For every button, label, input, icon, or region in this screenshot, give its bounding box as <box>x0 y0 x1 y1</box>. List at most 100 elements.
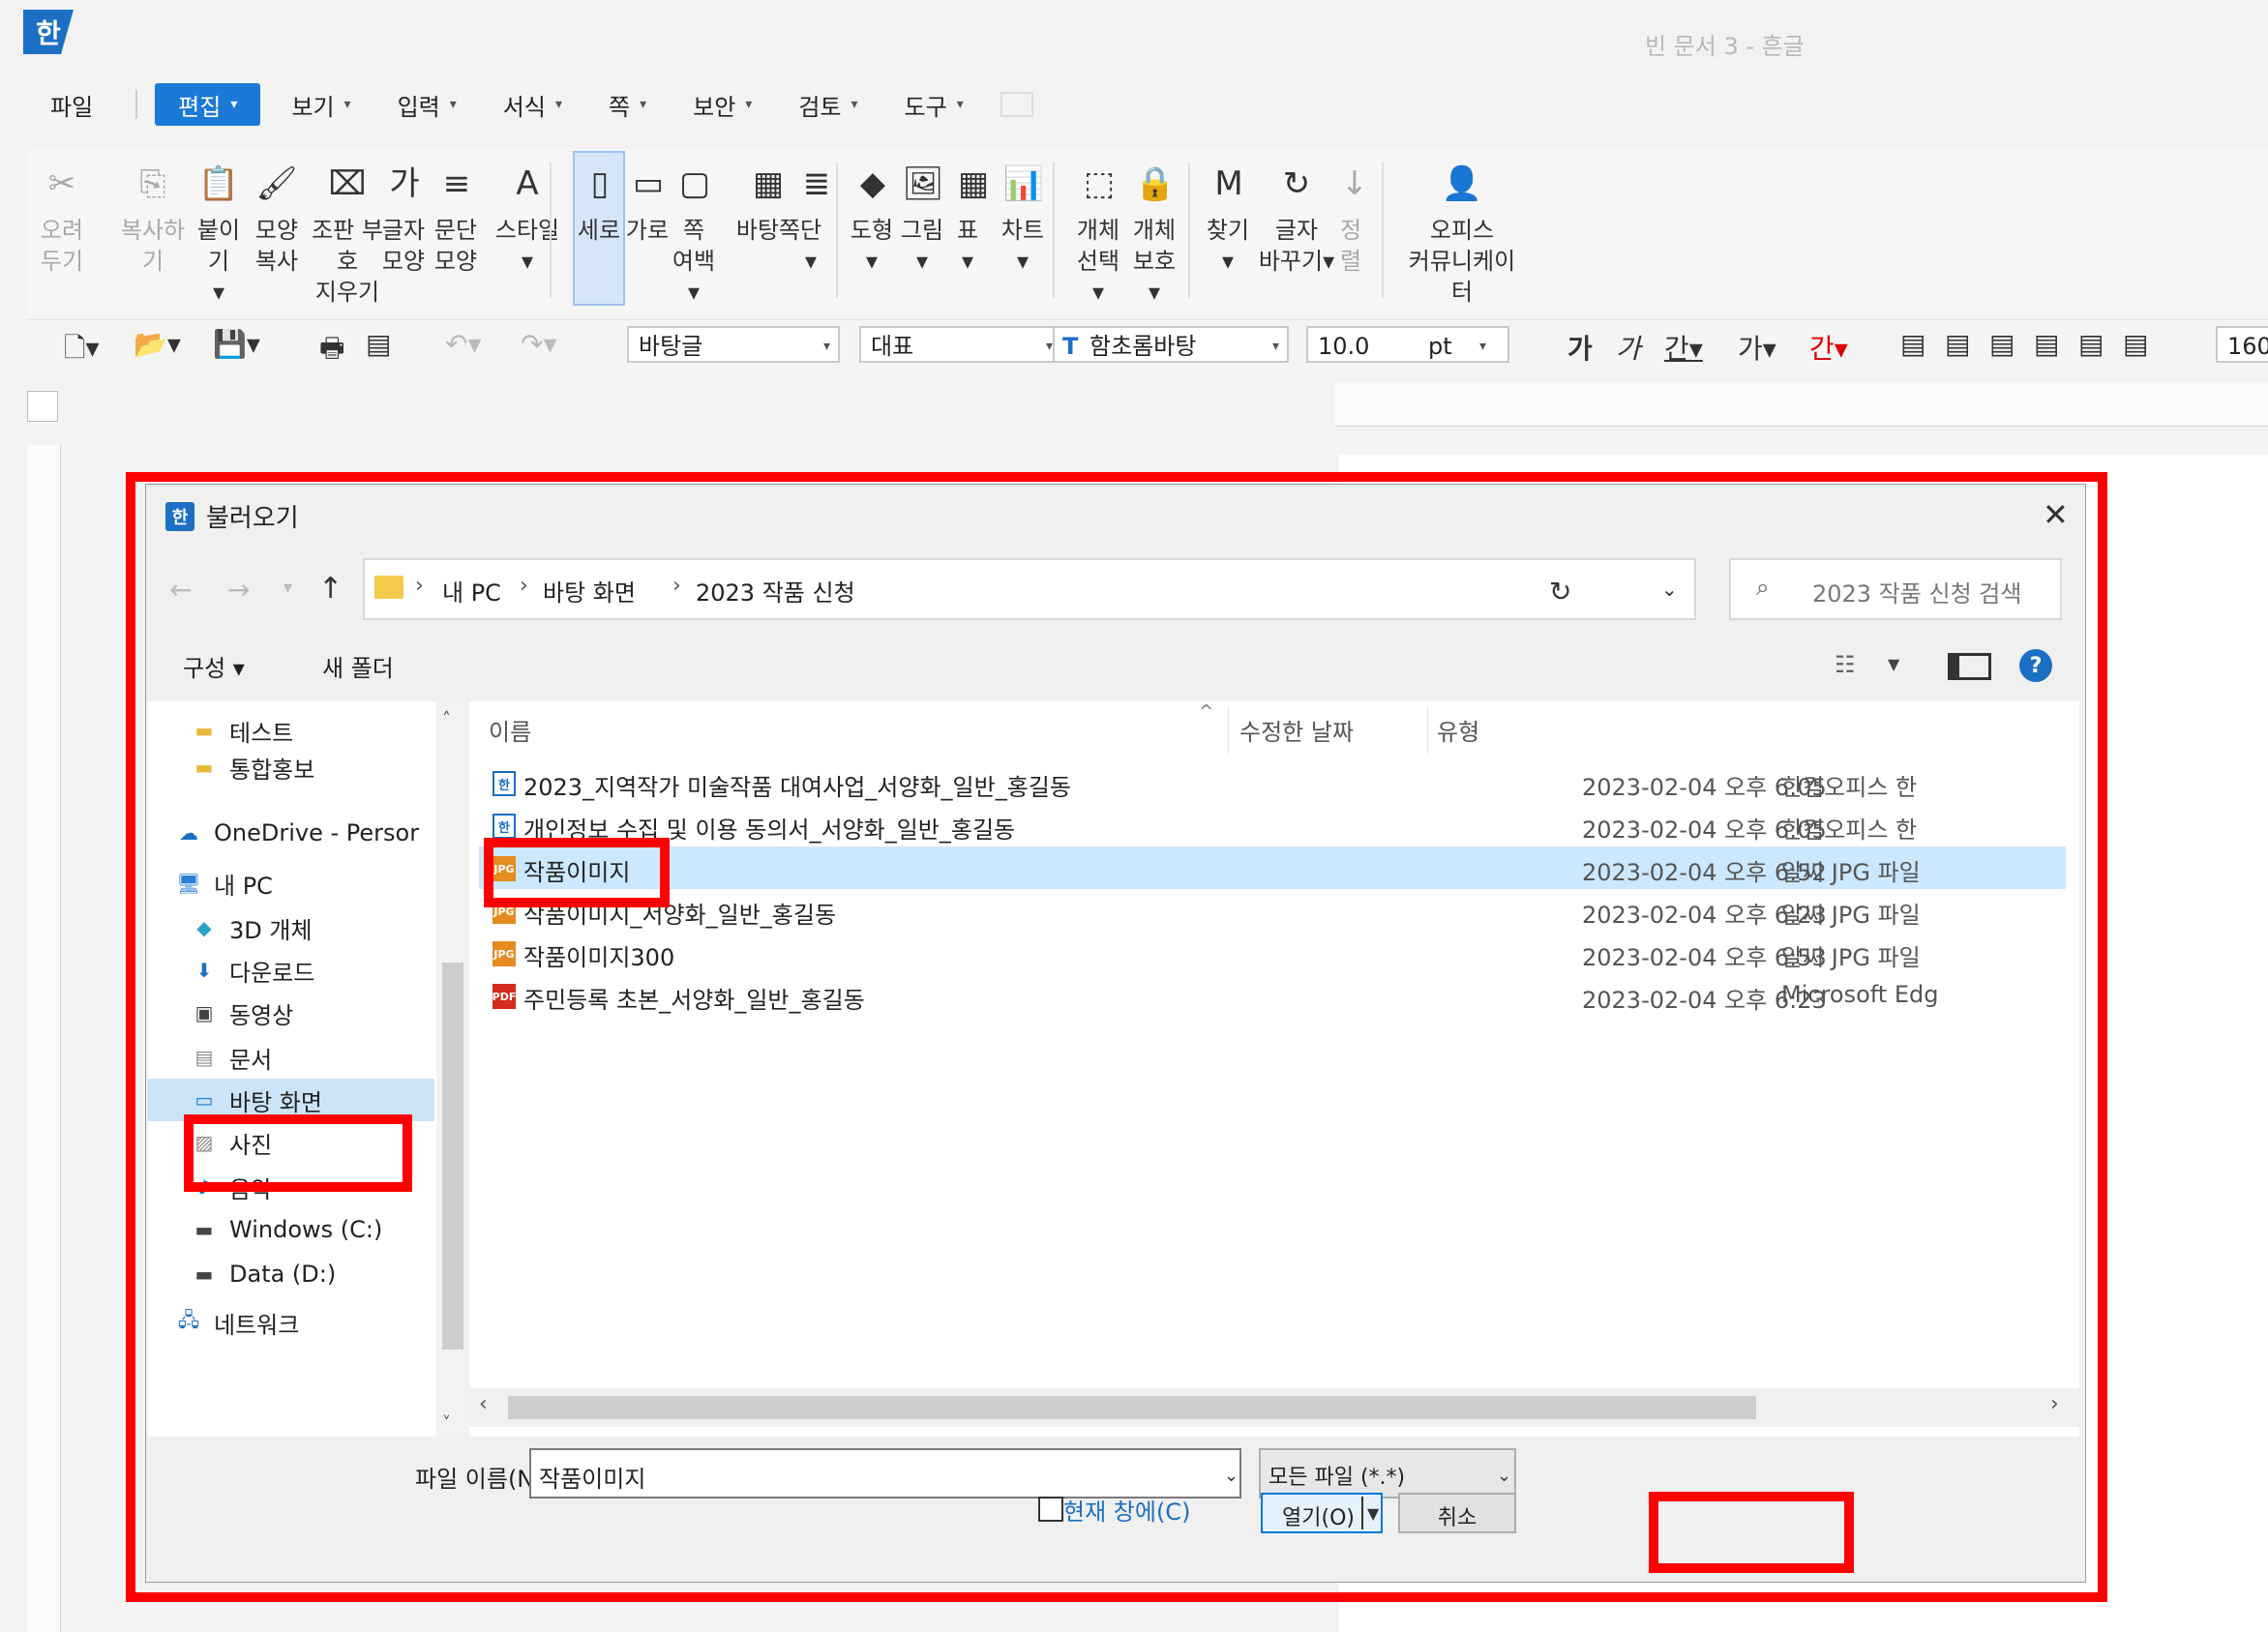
ribbon-button[interactable]: ⎘ 복사하기 <box>110 159 195 277</box>
filename-input[interactable]: 작품이미지 <box>529 1448 1241 1498</box>
cancel-button[interactable]: 취소 <box>1398 1493 1516 1533</box>
ruler-corner[interactable] <box>27 391 58 422</box>
recent-locations-icon[interactable]: ▾ <box>284 578 292 598</box>
breadcrumb-desktop[interactable]: 바탕 화면 <box>543 574 636 608</box>
nav-item[interactable]: ▬ Windows (C:) <box>148 1208 434 1251</box>
language-select[interactable]: 대표 ▾ <box>859 326 1062 363</box>
undo-icon[interactable]: ↶▾ <box>445 328 482 360</box>
redo-icon[interactable]: ↷▾ <box>521 328 557 360</box>
ribbon-button[interactable]: ▢ 쪽 여백▾ <box>670 159 718 308</box>
font-color-icon[interactable]: 간▾ <box>1809 328 1848 367</box>
ribbon-button[interactable]: ≡ 문단 모양 <box>432 159 480 277</box>
menu-item[interactable]: 편집 ▾ <box>155 83 261 126</box>
nav-item[interactable]: ▣ 동영상 <box>148 992 434 1034</box>
nav-item[interactable]: ▬ 테스트 <box>148 709 434 752</box>
ribbon-button[interactable]: ✂ 오려 두기 <box>35 159 89 277</box>
chevron-down-icon[interactable]: ⌄ <box>1224 1466 1238 1486</box>
horizontal-ruler[interactable] <box>1335 383 2268 427</box>
up-arrow-icon[interactable]: ↑ <box>318 572 343 606</box>
open-options-icon[interactable]: ▼ <box>1367 1504 1379 1523</box>
forward-arrow-icon[interactable]: → <box>227 574 250 606</box>
ribbon-button[interactable]: ▭ 가로 <box>623 159 671 246</box>
italic-icon[interactable]: 가 <box>1616 328 1641 367</box>
nav-scrollbar-thumb[interactable] <box>442 963 463 1350</box>
menu-item[interactable]: 보기 ▾ <box>268 83 373 126</box>
breadcrumb-current-folder[interactable]: 2023 작품 신청 <box>696 574 855 608</box>
menu-extra-icon[interactable] <box>1000 92 1033 117</box>
strikethrough-icon[interactable]: 가▾ <box>1738 328 1776 367</box>
menu-item[interactable]: 서식 ▾ <box>480 83 585 126</box>
print-icon[interactable]: 🖶 <box>319 328 344 374</box>
ribbon-button[interactable]: ⬚ 개체 선택▾ <box>1074 159 1122 308</box>
scroll-right-icon[interactable]: › <box>2050 1392 2059 1416</box>
file-row[interactable]: 한 개인정보 수집 및 이용 동의서_서양화_일반_홍길동 2023-02-04 오… <box>479 804 2066 846</box>
scroll-up-icon[interactable]: ˄ <box>442 709 451 729</box>
organize-button[interactable]: 구성 ▾ <box>183 649 245 683</box>
preview-icon[interactable]: ▤ <box>366 328 391 360</box>
nav-item[interactable]: ▭ 바탕 화면 <box>148 1079 434 1121</box>
chevron-down-icon[interactable]: ▼ <box>1888 655 1899 673</box>
style-select[interactable]: 바탕글 ▾ <box>627 326 840 363</box>
nav-item[interactable]: ♪ 음악 <box>148 1166 434 1208</box>
view-options-icon[interactable]: ☷ <box>1835 651 1856 678</box>
align-distribute-icon[interactable]: ▤ <box>2078 328 2104 360</box>
ribbon-button[interactable]: 🖌 모양 복사 <box>250 159 304 277</box>
file-row[interactable]: JPG 작품이미지300 2023-02-04 오후 6:53 알씨 JPG 파일 <box>479 932 2066 974</box>
file-row[interactable]: JPG 작품이미지_서양화_일반_홍길동 2023-02-04 오후 6:23 알씨 … <box>479 889 2066 932</box>
nav-item[interactable]: 🖥 내 PC <box>148 862 434 905</box>
back-arrow-icon[interactable]: ← <box>169 574 192 606</box>
nav-item[interactable]: ▨ 사진 <box>148 1121 434 1164</box>
file-row[interactable]: 한 2023_지역작가 미술작품 대여사업_서양화_일반_홍길동 2023-02-0… <box>479 761 2066 804</box>
scroll-down-icon[interactable]: ˅ <box>442 1413 451 1434</box>
horizontal-scrollbar-thumb[interactable] <box>508 1396 1756 1419</box>
nav-item[interactable]: ▤ 문서 <box>148 1036 434 1079</box>
ribbon-button[interactable]: ↓ 정렬 <box>1329 159 1372 277</box>
column-header-type[interactable]: 유형 <box>1437 713 1479 747</box>
ribbon-button[interactable]: ⌧ 조판 부호 지우기 <box>304 159 391 308</box>
ribbon-button[interactable]: 👤 오피스 커뮤니케이터 <box>1399 159 1525 308</box>
file-row[interactable]: JPG 작품이미지 2023-02-04 오후 6:52 알씨 JPG 파일 <box>479 846 2066 889</box>
menu-item[interactable]: 도구 ▾ <box>881 83 987 126</box>
align-center-icon[interactable]: ▤ <box>1989 328 2014 360</box>
ribbon-button[interactable]: 🔒 개체 보호▾ <box>1130 159 1179 308</box>
menu-item[interactable]: 보안 ▾ <box>670 83 775 126</box>
menu-item[interactable]: 입력 ▾ <box>374 83 480 126</box>
align-right-icon[interactable]: ▤ <box>2034 328 2059 360</box>
column-header-name[interactable]: 이름 <box>489 713 531 747</box>
ribbon-button[interactable]: M 찾기 ▾ <box>1204 159 1252 277</box>
search-box[interactable]: ⌕ 2023 작품 신청 검색 <box>1729 558 2062 620</box>
ribbon-button[interactable]: ◆ 도형 ▾ <box>848 159 896 277</box>
zoom-input[interactable]: 160 <box>2216 326 2268 363</box>
font-size-input[interactable]: 10.0 pt ▾ <box>1306 326 1509 363</box>
nav-item[interactable]: ◆ 3D 개체 <box>148 906 434 949</box>
new-folder-button[interactable]: 새 폴더 <box>322 649 394 683</box>
chevron-down-icon[interactable]: ⌄ <box>1661 578 1678 601</box>
bold-icon[interactable]: 가 <box>1567 328 1593 367</box>
refresh-icon[interactable]: ↻ <box>1549 576 1571 608</box>
column-divider[interactable] <box>1427 707 1428 754</box>
align-split-icon[interactable]: ▤ <box>2123 328 2148 360</box>
menu-item[interactable]: 검토 ▾ <box>775 83 880 126</box>
ribbon-button[interactable]: 📋 붙이기 ▾ <box>190 159 248 308</box>
filetype-select[interactable]: 모든 파일 (*.*) <box>1259 1448 1516 1498</box>
file-row[interactable]: PDF 주민등록 초본_서양화_일반_홍길동 2023-02-04 오후 6:23 M… <box>479 974 2066 1017</box>
breadcrumb-mypc[interactable]: 내 PC <box>442 574 501 608</box>
scroll-left-icon[interactable]: ‹ <box>479 1392 488 1416</box>
ribbon-button[interactable]: 📊 차트 ▾ <box>999 159 1047 277</box>
current-window-checkbox[interactable] <box>1038 1497 1063 1522</box>
column-header-date[interactable]: 수정한 날짜 <box>1239 713 1354 747</box>
close-icon[interactable]: ✕ <box>2043 496 2069 533</box>
new-document-icon[interactable]: 🗋▾ <box>64 328 100 374</box>
menu-item[interactable]: 파일 <box>27 83 126 126</box>
ribbon-button[interactable]: ▯ 세로 <box>573 151 625 306</box>
ribbon-button[interactable]: ≣ 단 ▾ <box>791 159 830 277</box>
help-icon[interactable]: ? <box>2019 649 2052 682</box>
underline-icon[interactable]: 간▾ <box>1664 328 1703 367</box>
open-button[interactable]: 열기(O) <box>1261 1493 1383 1533</box>
menu-item[interactable]: 쪽 ▾ <box>585 83 670 126</box>
chevron-down-icon[interactable]: ⌄ <box>1497 1466 1511 1486</box>
nav-item[interactable]: ⬇ 다운로드 <box>148 949 434 992</box>
nav-item[interactable]: ▬ Data (D:) <box>148 1253 434 1295</box>
preview-pane-icon[interactable] <box>1948 653 1991 680</box>
ribbon-button[interactable]: 가 글자 모양 <box>379 159 428 277</box>
